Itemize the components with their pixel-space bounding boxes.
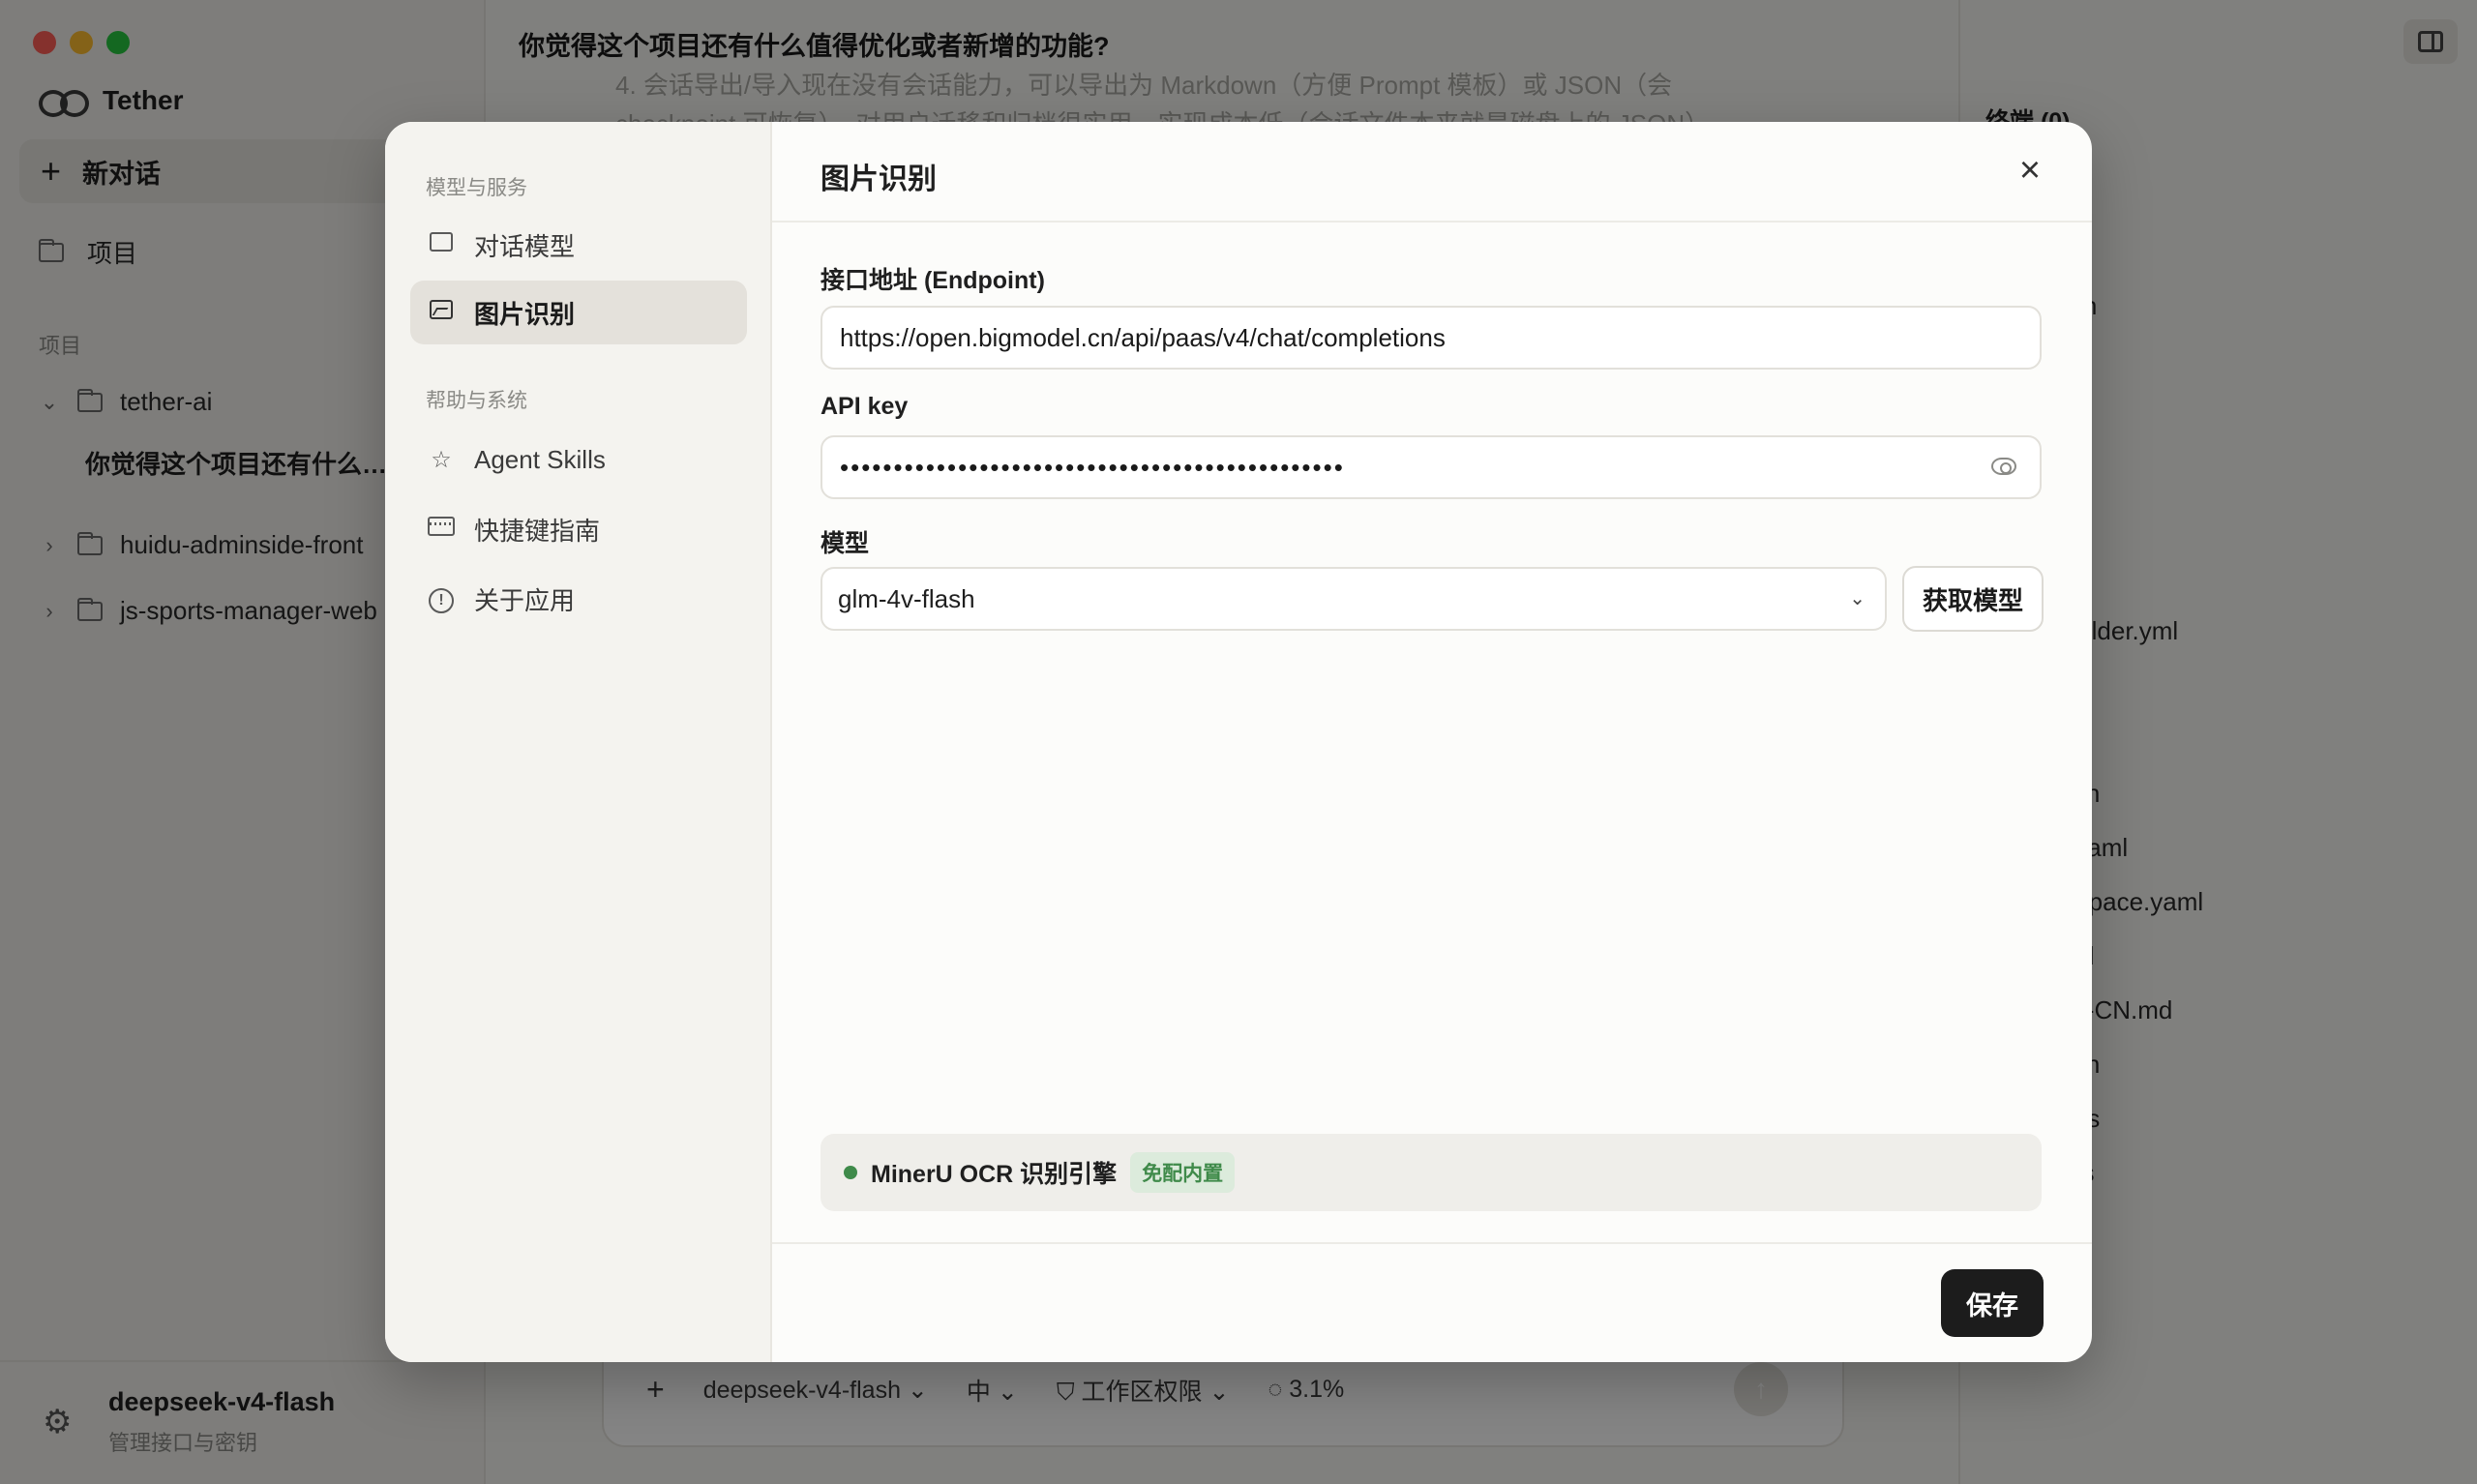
fetch-models-button[interactable]: 获取模型 [1902, 566, 2044, 632]
model-label: 模型 [821, 530, 870, 557]
chevron-down-icon: ⌄ [1849, 588, 1865, 609]
ocr-engine-card: MinerU OCR 识别引擎 免配内置 [821, 1134, 2042, 1211]
nav-item-chat-model[interactable]: 对话模型 [410, 213, 747, 277]
nav-item-image-recognition[interactable]: 图片识别 [410, 281, 747, 344]
endpoint-input[interactable]: https://open.bigmodel.cn/api/paas/v4/cha… [821, 306, 2042, 370]
endpoint-label: 接口地址 (Endpoint) [821, 267, 1045, 294]
nav-item-about[interactable]: ! 关于应用 [410, 567, 747, 631]
nav-section-help: 帮助与系统 [426, 390, 527, 412]
modal-title: 图片识别 [821, 163, 937, 195]
nav-item-label: 关于应用 [474, 585, 576, 615]
nav-section-models: 模型与服务 [426, 177, 527, 199]
nav-item-label: Agent Skills [474, 444, 606, 474]
info-icon: ! [428, 584, 455, 613]
modal-footer: 保存 [772, 1242, 2092, 1362]
nav-item-label: 对话模型 [474, 231, 576, 261]
status-badge: 免配内置 [1130, 1152, 1236, 1193]
nav-item-label: 图片识别 [474, 299, 576, 329]
chat-bubble-icon [428, 231, 455, 258]
close-icon[interactable]: × [2011, 151, 2049, 190]
star-icon: ☆ [431, 446, 452, 473]
save-button[interactable]: 保存 [1941, 1269, 2044, 1337]
status-dot-icon [844, 1166, 857, 1179]
settings-modal: 模型与服务 对话模型 图片识别 帮助与系统 ☆ Agent Skills 快捷键… [385, 122, 2092, 1362]
ocr-engine-name: MinerU OCR 识别引擎 [871, 1161, 1118, 1188]
image-icon [428, 299, 455, 326]
nav-item-agent-skills[interactable]: ☆ Agent Skills [410, 428, 747, 491]
model-select[interactable]: glm-4v-flash ⌄ [821, 567, 1887, 631]
settings-content: 图片识别 × 接口地址 (Endpoint) https://open.bigm… [772, 122, 2092, 1362]
apikey-input[interactable]: ••••••••••••••••••••••••••••••••••••••••… [821, 435, 2042, 499]
apikey-value: ••••••••••••••••••••••••••••••••••••••••… [840, 452, 1345, 482]
nav-item-label: 快捷键指南 [474, 516, 601, 546]
settings-nav: 模型与服务 对话模型 图片识别 帮助与系统 ☆ Agent Skills 快捷键… [385, 122, 772, 1362]
eye-icon[interactable] [1991, 458, 2016, 475]
keyboard-icon [428, 516, 455, 543]
modal-header: 图片识别 × [772, 122, 2092, 223]
model-select-value: glm-4v-flash [838, 583, 975, 613]
apikey-label: API key [821, 393, 909, 420]
nav-item-shortcuts[interactable]: 快捷键指南 [410, 497, 747, 561]
